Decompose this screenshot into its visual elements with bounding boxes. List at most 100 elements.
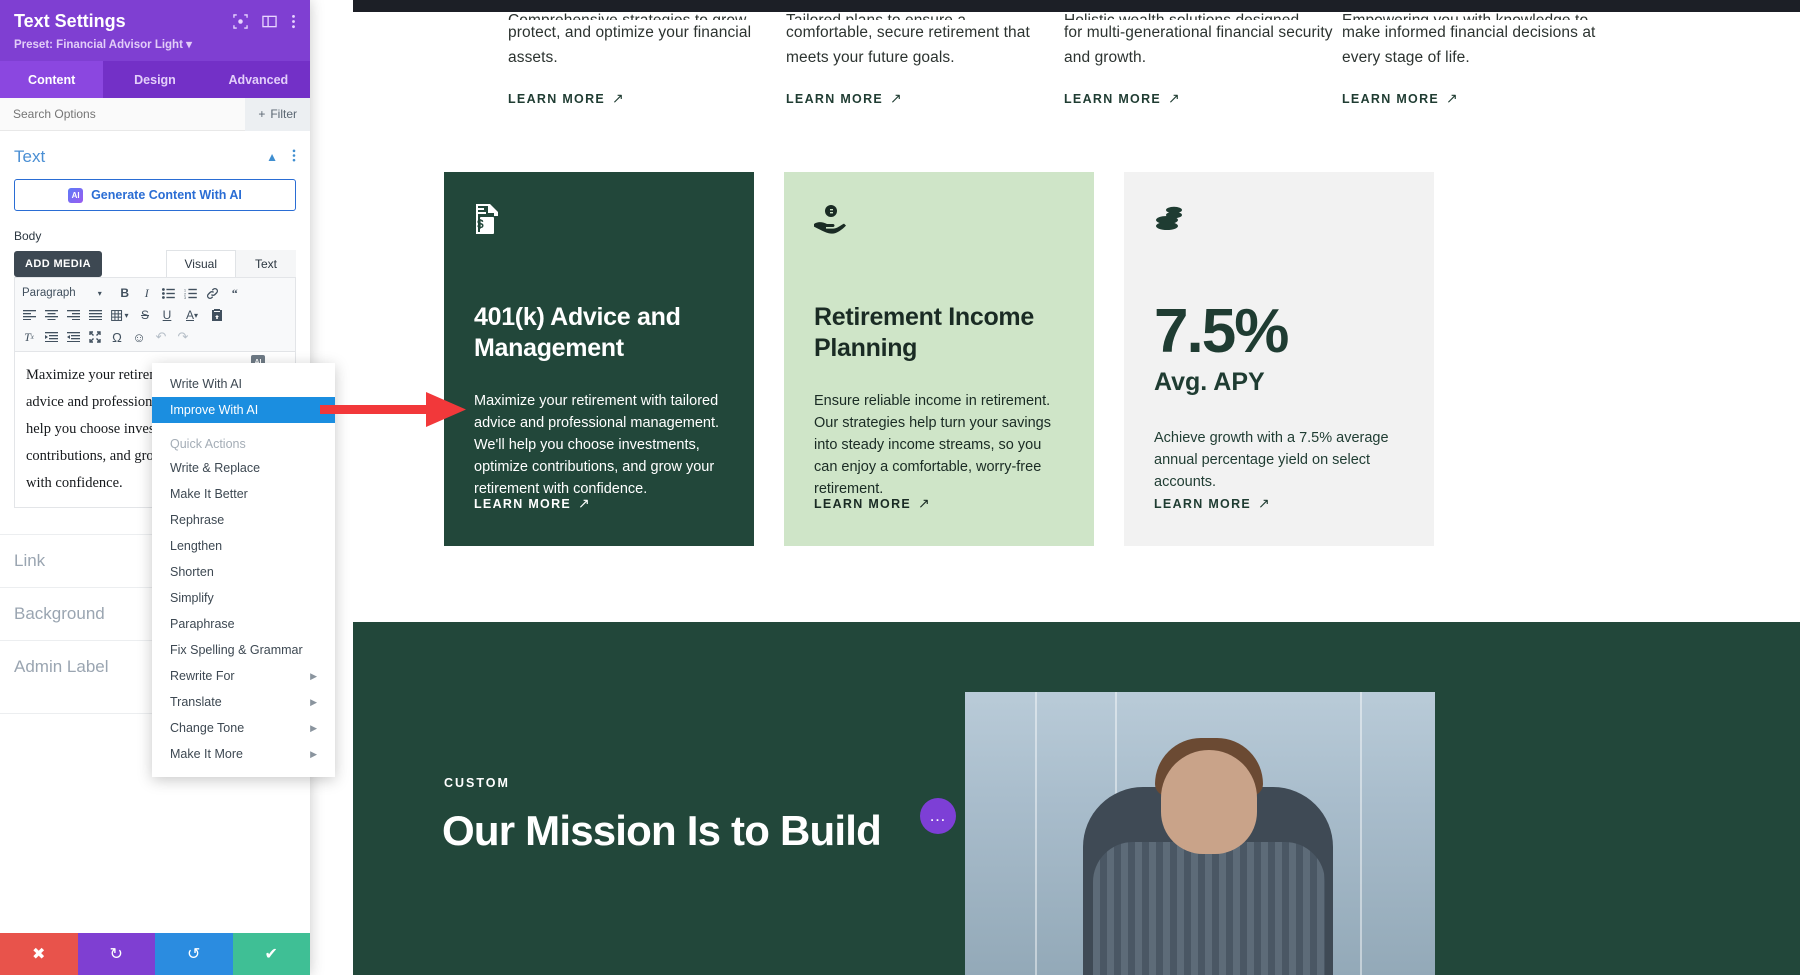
floating-action-button[interactable]: … [920, 798, 956, 834]
search-input[interactable] [13, 107, 246, 121]
arrow-up-right-icon: ↗ [1258, 495, 1272, 511]
tab-visual[interactable]: Visual [165, 250, 236, 277]
cancel-button[interactable]: ✖ [0, 933, 78, 975]
bulleted-list-icon[interactable] [159, 283, 179, 303]
menu-item-label: Fix Spelling & Grammar [170, 643, 303, 657]
target-icon[interactable] [233, 14, 248, 33]
special-character-icon[interactable]: Ω [107, 327, 127, 347]
numbered-list-icon[interactable]: 123 [181, 283, 201, 303]
save-button[interactable]: ✔ [232, 933, 310, 975]
tab-content[interactable]: Content [0, 61, 104, 98]
filter-button[interactable]: + Filter [245, 97, 310, 131]
undo-button[interactable]: ↻ [77, 933, 155, 975]
menu-item-rewrite-for[interactable]: Rewrite For ▶ [152, 663, 335, 689]
feature-clipped-line: Tailored plans to ensure a [786, 8, 1064, 20]
emoji-icon[interactable]: ☺ [129, 327, 149, 347]
indent-icon[interactable] [63, 327, 83, 347]
menu-item-translate[interactable]: Translate ▶ [152, 689, 335, 715]
learn-more-link[interactable]: LEARN MORE ↗ [814, 495, 931, 512]
stat-card-apy[interactable]: 7.5% Avg. APY Achieve growth with a 7.5%… [1124, 172, 1434, 546]
redo-button[interactable]: ↺ [155, 933, 233, 975]
panel-header: Text Settings Preset: Financial Advisor … [0, 0, 310, 61]
add-media-button[interactable]: ADD MEDIA [14, 251, 102, 277]
mission-eyebrow: CUSTOM [444, 776, 510, 790]
chevron-right-icon: ▶ [310, 670, 317, 681]
feature-body: comfortable, secure retirement that meet… [786, 24, 1030, 66]
paste-icon[interactable] [207, 305, 227, 325]
table-icon[interactable]: ▾ [107, 305, 133, 325]
menu-item-change-tone[interactable]: Change Tone ▶ [152, 715, 335, 741]
service-card-401k[interactable]: $ 401(k) Advice and Management Maximize … [444, 172, 754, 546]
learn-more-link[interactable]: LEARN MORE ↗ [786, 90, 1064, 107]
align-center-icon[interactable] [41, 305, 61, 325]
feature-clipped-line: Empowering you with knowledge to [1342, 8, 1620, 20]
learn-more-label: LEARN MORE [1064, 91, 1162, 106]
invoice-dollar-glyph: $ [477, 217, 484, 231]
align-left-icon[interactable] [19, 305, 39, 325]
menu-item-make-it-better[interactable]: Make It Better [152, 481, 335, 507]
photo-person-head [1161, 750, 1257, 854]
fullscreen-icon[interactable] [85, 327, 105, 347]
learn-more-link[interactable]: LEARN MORE ↗ [508, 90, 786, 107]
panel-preset-selector[interactable]: Preset: Financial Advisor Light ▾ [14, 37, 296, 61]
clear-formatting-icon[interactable]: Tx [19, 327, 39, 347]
more-vertical-icon[interactable] [291, 14, 296, 33]
format-select-value: Paragraph [22, 287, 76, 299]
card-body: Ensure reliable income in retirement. Ou… [814, 393, 1051, 497]
strikethrough-icon[interactable]: S [135, 305, 155, 325]
feature-clipped-line: Comprehensive strategies to grow, [508, 8, 786, 20]
stat-value: 7.5% [1154, 297, 1289, 366]
arrow-up-right-icon: ↗ [890, 90, 904, 106]
underline-icon[interactable]: U [157, 305, 177, 325]
learn-more-link[interactable]: LEARN MORE ↗ [1064, 90, 1342, 107]
learn-more-link[interactable]: LEARN MORE ↗ [1342, 90, 1620, 107]
learn-more-link[interactable]: LEARN MORE ↗ [474, 495, 591, 512]
link-icon[interactable] [203, 283, 223, 303]
coin-stack-icon [1154, 204, 1404, 244]
menu-item-label: Make It Better [170, 487, 248, 501]
menu-item-make-it-more[interactable]: Make It More ▶ [152, 741, 335, 767]
bold-icon[interactable]: B [115, 283, 135, 303]
menu-item-write-and-replace[interactable]: Write & Replace [152, 455, 335, 481]
undo-icon[interactable]: ↶ [151, 327, 171, 347]
format-select[interactable]: Paragraph ▾ [19, 287, 105, 299]
text-color-icon[interactable]: A ▾ [179, 305, 205, 325]
menu-item-shorten[interactable]: Shorten [152, 559, 335, 585]
ai-context-menu[interactable]: Write With AI Improve With AI Quick Acti… [152, 363, 335, 777]
generate-content-with-ai-button[interactable]: AI Generate Content With AI [14, 179, 296, 211]
tab-design[interactable]: Design [103, 61, 206, 98]
feature-column[interactable]: Tailored plans to ensure a comfortable, s… [786, 8, 1064, 107]
window-mullion [1360, 692, 1362, 975]
feature-column[interactable]: Holistic wealth solutions designed for mu… [1064, 8, 1342, 107]
redo-icon[interactable]: ↷ [173, 327, 193, 347]
menu-item-rephrase[interactable]: Rephrase [152, 507, 335, 533]
menu-item-simplify[interactable]: Simplify [152, 585, 335, 611]
learn-more-link[interactable]: LEARN MORE ↗ [1154, 495, 1271, 512]
more-vertical-icon[interactable] [292, 149, 296, 165]
blockquote-icon[interactable]: “ [225, 283, 245, 303]
feature-column[interactable]: Comprehensive strategies to grow, protect… [508, 8, 786, 107]
feature-column[interactable]: Empowering you with knowledge to make inf… [1342, 8, 1620, 107]
layout-icon[interactable] [262, 14, 277, 33]
annotation-arrow [320, 388, 470, 437]
feature-body: for multi-generational financial securit… [1064, 24, 1333, 66]
card-body: Maximize your retirement with tailored a… [474, 393, 720, 497]
menu-item-improve-with-ai[interactable]: Improve With AI [152, 397, 335, 423]
photo-person-shirt [1093, 842, 1325, 975]
menu-item-label: Rewrite For [170, 669, 235, 683]
menu-item-lengthen[interactable]: Lengthen [152, 533, 335, 559]
menu-item-fix-spelling-grammar[interactable]: Fix Spelling & Grammar [152, 637, 335, 663]
search-bar[interactable]: + Filter [0, 97, 310, 131]
tab-advanced[interactable]: Advanced [207, 61, 310, 98]
italic-icon[interactable]: I [137, 283, 157, 303]
learn-more-label: LEARN MORE [508, 91, 606, 106]
tab-text[interactable]: Text [235, 250, 296, 277]
outdent-icon[interactable] [41, 327, 61, 347]
service-card-retirement-income[interactable]: Retirement Income Planning Ensure reliab… [784, 172, 1094, 546]
menu-item-write-with-ai[interactable]: Write With AI [152, 371, 335, 397]
align-justify-icon[interactable] [85, 305, 105, 325]
text-section-header: Text ▲ [0, 131, 310, 177]
chevron-up-icon[interactable]: ▲ [266, 150, 278, 164]
align-right-icon[interactable] [63, 305, 83, 325]
menu-item-paraphrase[interactable]: Paraphrase [152, 611, 335, 637]
